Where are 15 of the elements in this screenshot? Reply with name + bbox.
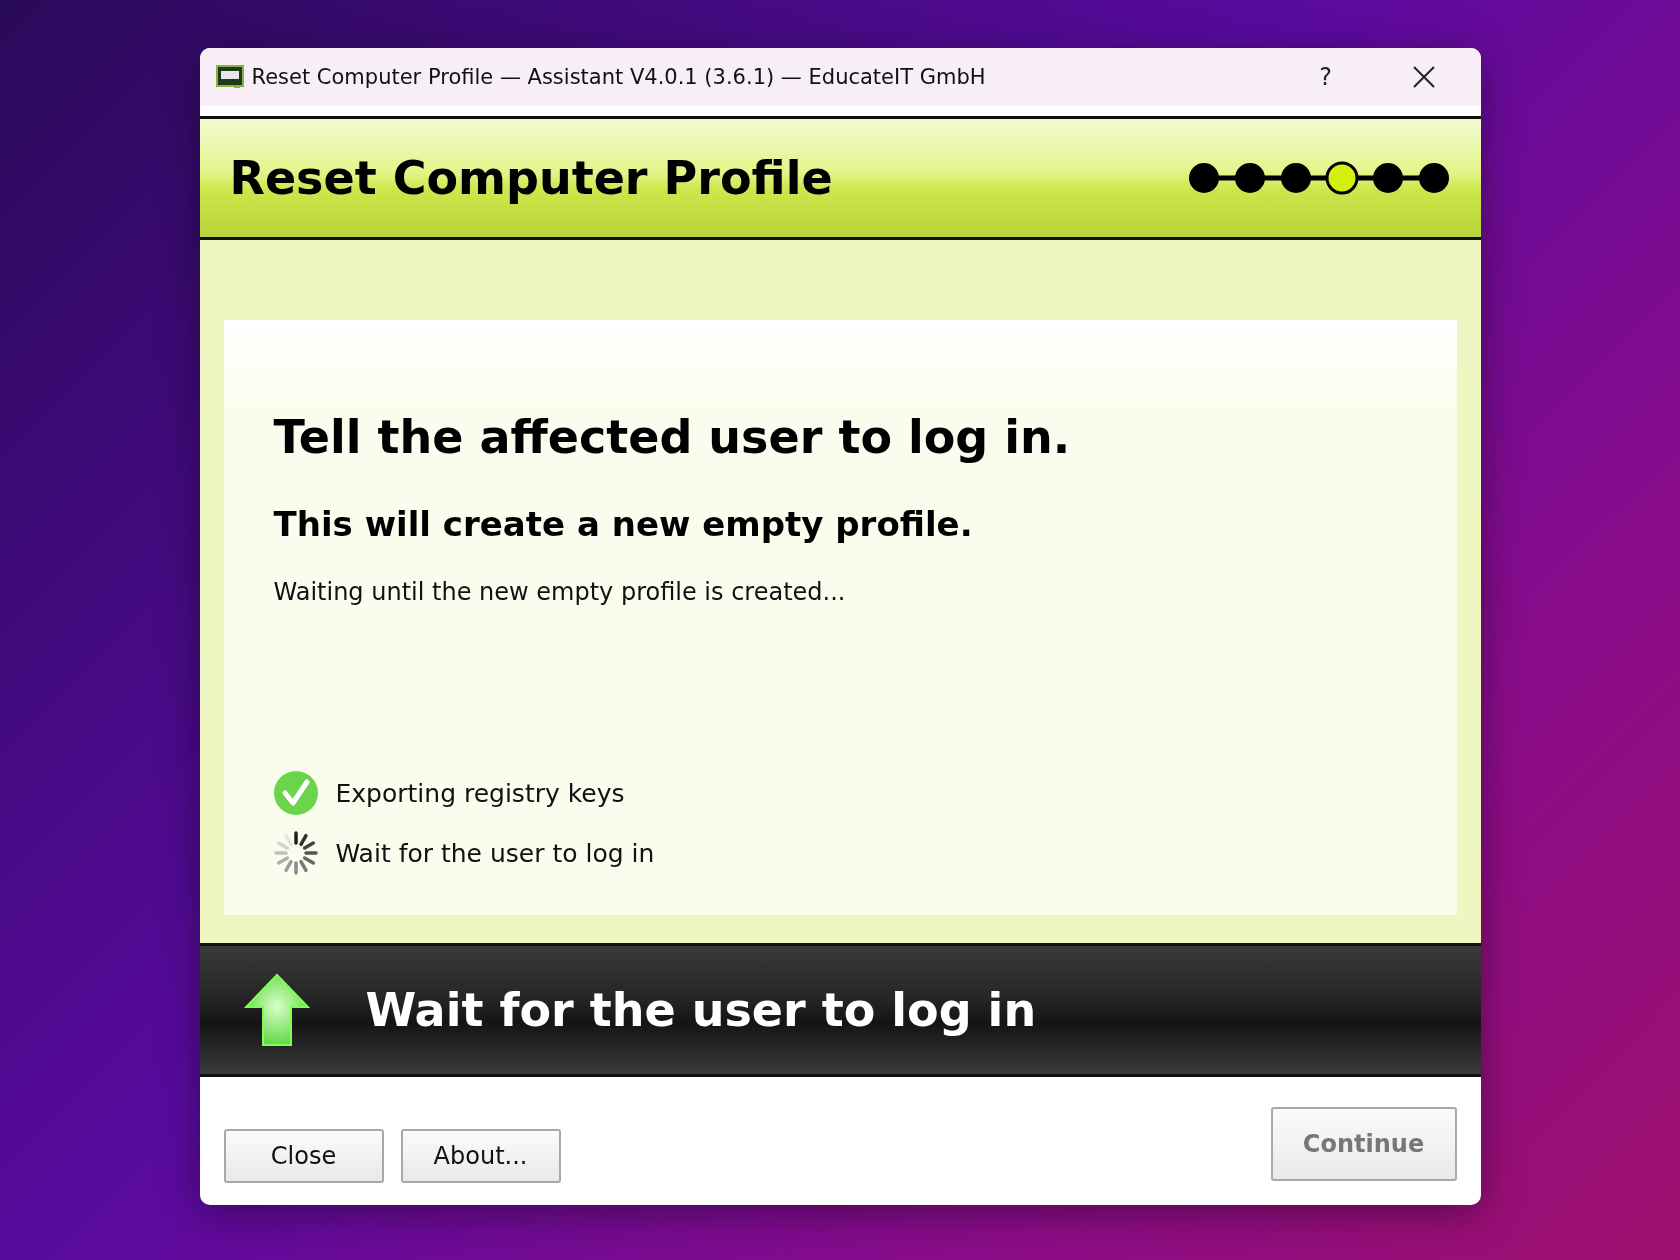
app-icon	[215, 65, 244, 89]
wizard-title: Reset Computer Profile	[229, 151, 833, 205]
task-label: Wait for the user to log in	[335, 838, 655, 868]
window-title: Reset Computer Profile — Assistant V4.0.1 (3.6.1) — EducateIT GmbH	[251, 65, 987, 89]
banner-text: Wait for the user to log in	[365, 983, 1037, 1037]
instruction-subheading: This will create a new empty profile.	[273, 504, 974, 544]
footer-button[interactable]: Close	[223, 1129, 384, 1183]
instruction-heading: Tell the affected user to log in.	[273, 410, 1072, 464]
task-label: Exporting registry keys	[335, 778, 625, 808]
help-button[interactable]: ?	[1280, 52, 1371, 102]
up-arrow-icon	[243, 973, 310, 1047]
footer-button[interactable]: About...	[400, 1129, 561, 1183]
status-text: Waiting until the new empty profile is created...	[273, 578, 847, 606]
checkmark-icon	[273, 771, 318, 815]
spinner-icon	[273, 831, 318, 875]
